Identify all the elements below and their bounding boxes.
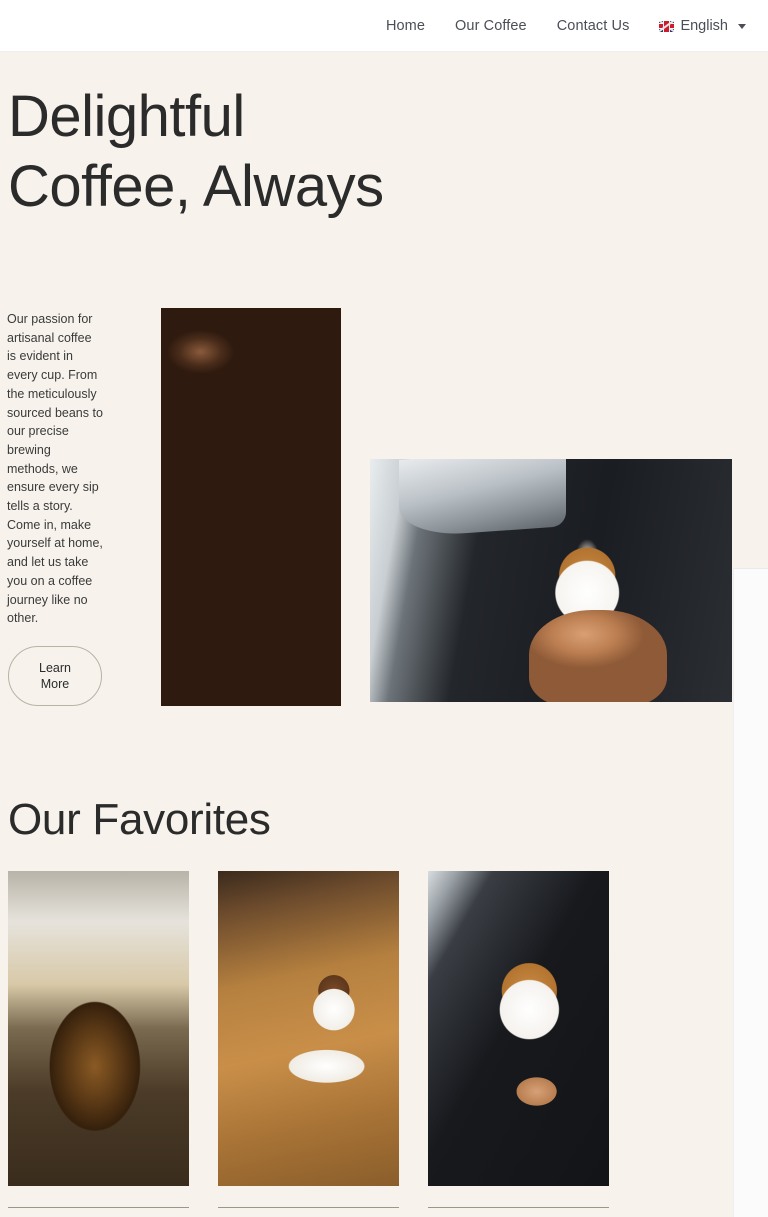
hero-heading: Delightful Coffee, Always [8, 84, 384, 219]
uk-flag-icon [659, 20, 675, 32]
favorite-card-divider [8, 1207, 189, 1208]
learn-more-button[interactable]: Learn More [8, 646, 102, 706]
hero-paragraph: Our passion for artisanal coffee is evid… [7, 312, 103, 626]
hero-image-coffee-beans [161, 308, 341, 706]
nav-link-home[interactable]: Home [386, 18, 425, 34]
primary-nav: Home Our Coffee Contact Us English [386, 0, 750, 52]
right-edge-panel [733, 568, 768, 1217]
favorite-card-cappuccino-table[interactable] [218, 871, 399, 1186]
favorite-card-glass-coffee[interactable] [8, 871, 189, 1186]
favorite-card-divider [428, 1207, 609, 1208]
nav-link-our-coffee[interactable]: Our Coffee [455, 18, 527, 34]
favorites-heading: Our Favorites [8, 795, 271, 844]
hero-image-latte-pour [370, 459, 732, 702]
language-switcher-label: English [680, 18, 728, 34]
chevron-down-icon [738, 23, 746, 29]
favorite-card-divider [218, 1207, 399, 1208]
favorite-card-latte-art[interactable] [428, 871, 609, 1186]
site-header: Home Our Coffee Contact Us English [0, 0, 768, 52]
nav-link-contact-us[interactable]: Contact Us [557, 18, 630, 34]
language-switcher[interactable]: English [659, 18, 750, 34]
